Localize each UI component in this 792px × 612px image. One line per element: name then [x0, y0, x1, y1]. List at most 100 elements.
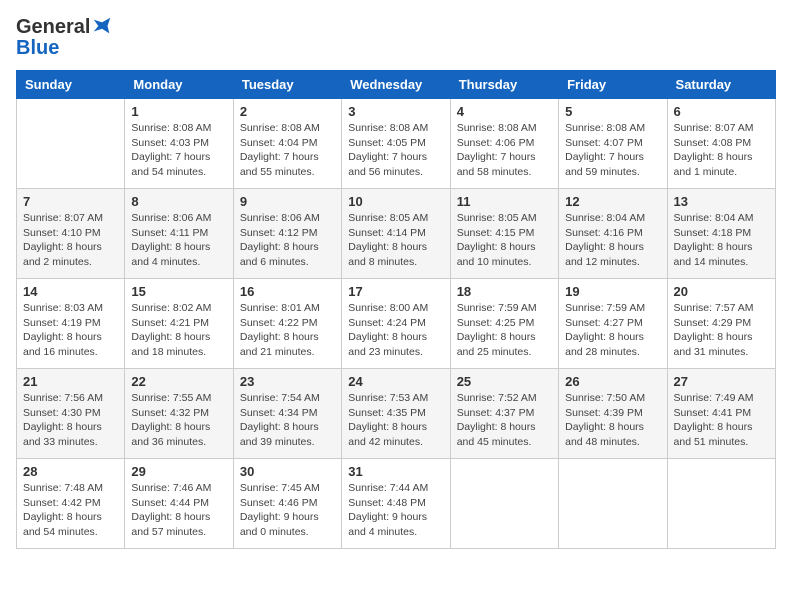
- day-number: 5: [565, 104, 660, 119]
- day-number: 13: [674, 194, 769, 209]
- weekday-header-saturday: Saturday: [667, 71, 775, 99]
- day-number: 27: [674, 374, 769, 389]
- calendar-week-1: 1Sunrise: 8:08 AMSunset: 4:03 PMDaylight…: [17, 99, 776, 189]
- weekday-header-sunday: Sunday: [17, 71, 125, 99]
- calendar-cell: 1Sunrise: 8:08 AMSunset: 4:03 PMDaylight…: [125, 99, 233, 189]
- calendar-table: SundayMondayTuesdayWednesdayThursdayFrid…: [16, 70, 776, 549]
- logo: General Blue: [16, 16, 113, 60]
- logo-bird-icon: [91, 15, 113, 37]
- day-number: 17: [348, 284, 443, 299]
- calendar-cell: 24 Sunrise: 7:53 AMSunset: 4:35 PMDayligh…: [342, 369, 450, 459]
- day-info: Sunrise: 7:50 AMSunset: 4:39 PMDaylight:…: [565, 391, 660, 450]
- calendar-cell: 31 Sunrise: 7:44 AMSunset: 4:48 PMDayligh…: [342, 459, 450, 549]
- day-number: 22: [131, 374, 226, 389]
- calendar-cell: 4Sunrise: 8:08 AMSunset: 4:06 PMDaylight…: [450, 99, 558, 189]
- calendar-cell: 3 Sunrise: 8:08 AMSunset: 4:05 PMDaylight…: [342, 99, 450, 189]
- day-info: Sunrise: 8:05 AMSunset: 4:14 PMDaylight:…: [348, 211, 443, 270]
- calendar-week-5: 28 Sunrise: 7:48 AMSunset: 4:42 PMDayligh…: [17, 459, 776, 549]
- day-info: Sunrise: 7:57 AMSunset: 4:29 PMDaylight:…: [674, 301, 769, 360]
- weekday-header-thursday: Thursday: [450, 71, 558, 99]
- day-number: 15: [131, 284, 226, 299]
- day-number: 3: [348, 104, 443, 119]
- day-info: Sunrise: 7:48 AMSunset: 4:42 PMDaylight:…: [23, 481, 118, 540]
- calendar-cell: 19 Sunrise: 7:59 AMSunset: 4:27 PMDayligh…: [559, 279, 667, 369]
- calendar-cell: 20 Sunrise: 7:57 AMSunset: 4:29 PMDayligh…: [667, 279, 775, 369]
- calendar-cell: 26 Sunrise: 7:50 AMSunset: 4:39 PMDayligh…: [559, 369, 667, 459]
- day-number: 7: [23, 194, 118, 209]
- day-number: 20: [674, 284, 769, 299]
- calendar-cell: 10 Sunrise: 8:05 AMSunset: 4:14 PMDayligh…: [342, 189, 450, 279]
- day-number: 14: [23, 284, 118, 299]
- day-info: Sunrise: 8:04 AMSunset: 4:16 PMDaylight:…: [565, 211, 660, 270]
- calendar-week-4: 21 Sunrise: 7:56 AMSunset: 4:30 PMDayligh…: [17, 369, 776, 459]
- day-info: Sunrise: 8:08 AMSunset: 4:05 PMDaylight:…: [348, 121, 443, 180]
- day-info: Sunrise: 7:54 AMSunset: 4:34 PMDaylight:…: [240, 391, 335, 450]
- calendar-cell: [667, 459, 775, 549]
- calendar-cell: 22 Sunrise: 7:55 AMSunset: 4:32 PMDayligh…: [125, 369, 233, 459]
- day-info: Sunrise: 8:03 AMSunset: 4:19 PMDaylight:…: [23, 301, 118, 360]
- calendar-cell: 29Sunrise: 7:46 AMSunset: 4:44 PMDayligh…: [125, 459, 233, 549]
- day-info: Sunrise: 7:53 AMSunset: 4:35 PMDaylight:…: [348, 391, 443, 450]
- day-info: Sunrise: 8:06 AMSunset: 4:12 PMDaylight:…: [240, 211, 335, 270]
- day-info: Sunrise: 8:04 AMSunset: 4:18 PMDaylight:…: [674, 211, 769, 270]
- logo-blue-text: Blue: [16, 37, 59, 59]
- day-info: Sunrise: 8:07 AMSunset: 4:10 PMDaylight:…: [23, 211, 118, 270]
- day-info: Sunrise: 7:59 AMSunset: 4:27 PMDaylight:…: [565, 301, 660, 360]
- page-header: General Blue: [16, 16, 776, 60]
- day-number: 16: [240, 284, 335, 299]
- weekday-header-monday: Monday: [125, 71, 233, 99]
- weekday-header-wednesday: Wednesday: [342, 71, 450, 99]
- day-number: 28: [23, 464, 118, 479]
- calendar-cell: 25Sunrise: 7:52 AMSunset: 4:37 PMDayligh…: [450, 369, 558, 459]
- day-number: 6: [674, 104, 769, 119]
- calendar-cell: 2 Sunrise: 8:08 AMSunset: 4:04 PMDaylight…: [233, 99, 341, 189]
- day-info: Sunrise: 7:45 AMSunset: 4:46 PMDaylight:…: [240, 481, 335, 540]
- calendar-cell: 14 Sunrise: 8:03 AMSunset: 4:19 PMDayligh…: [17, 279, 125, 369]
- calendar-week-2: 7 Sunrise: 8:07 AMSunset: 4:10 PMDaylight…: [17, 189, 776, 279]
- day-info: Sunrise: 7:46 AMSunset: 4:44 PMDaylight:…: [131, 481, 226, 540]
- day-info: Sunrise: 8:08 AMSunset: 4:06 PMDaylight:…: [457, 121, 552, 180]
- day-info: Sunrise: 7:56 AMSunset: 4:30 PMDaylight:…: [23, 391, 118, 450]
- day-number: 11: [457, 194, 552, 209]
- day-number: 31: [348, 464, 443, 479]
- day-info: Sunrise: 7:55 AMSunset: 4:32 PMDaylight:…: [131, 391, 226, 450]
- calendar-cell: [450, 459, 558, 549]
- calendar-cell: 23 Sunrise: 7:54 AMSunset: 4:34 PMDayligh…: [233, 369, 341, 459]
- calendar-cell: 17 Sunrise: 8:00 AMSunset: 4:24 PMDayligh…: [342, 279, 450, 369]
- day-number: 24: [348, 374, 443, 389]
- day-number: 2: [240, 104, 335, 119]
- weekday-header-friday: Friday: [559, 71, 667, 99]
- calendar-cell: [559, 459, 667, 549]
- day-info: Sunrise: 8:08 AMSunset: 4:07 PMDaylight:…: [565, 121, 660, 180]
- day-info: Sunrise: 8:07 AMSunset: 4:08 PMDaylight:…: [674, 121, 769, 180]
- day-info: Sunrise: 8:02 AMSunset: 4:21 PMDaylight:…: [131, 301, 226, 360]
- calendar-cell: 28 Sunrise: 7:48 AMSunset: 4:42 PMDayligh…: [17, 459, 125, 549]
- day-number: 8: [131, 194, 226, 209]
- day-number: 10: [348, 194, 443, 209]
- day-number: 21: [23, 374, 118, 389]
- calendar-cell: 15 Sunrise: 8:02 AMSunset: 4:21 PMDayligh…: [125, 279, 233, 369]
- day-info: Sunrise: 8:05 AMSunset: 4:15 PMDaylight:…: [457, 211, 552, 270]
- day-info: Sunrise: 7:44 AMSunset: 4:48 PMDaylight:…: [348, 481, 443, 540]
- calendar-cell: 16Sunrise: 8:01 AMSunset: 4:22 PMDayligh…: [233, 279, 341, 369]
- day-number: 12: [565, 194, 660, 209]
- day-number: 19: [565, 284, 660, 299]
- calendar-cell: 8Sunrise: 8:06 AMSunset: 4:11 PMDaylight…: [125, 189, 233, 279]
- day-number: 26: [565, 374, 660, 389]
- day-info: Sunrise: 7:59 AMSunset: 4:25 PMDaylight:…: [457, 301, 552, 360]
- calendar-cell: 30 Sunrise: 7:45 AMSunset: 4:46 PMDayligh…: [233, 459, 341, 549]
- calendar-cell: 18Sunrise: 7:59 AMSunset: 4:25 PMDayligh…: [450, 279, 558, 369]
- weekday-header-row: SundayMondayTuesdayWednesdayThursdayFrid…: [17, 71, 776, 99]
- day-number: 23: [240, 374, 335, 389]
- day-info: Sunrise: 7:49 AMSunset: 4:41 PMDaylight:…: [674, 391, 769, 450]
- calendar-cell: 27 Sunrise: 7:49 AMSunset: 4:41 PMDayligh…: [667, 369, 775, 459]
- calendar-cell: 9Sunrise: 8:06 AMSunset: 4:12 PMDaylight…: [233, 189, 341, 279]
- calendar-cell: 6 Sunrise: 8:07 AMSunset: 4:08 PMDaylight…: [667, 99, 775, 189]
- calendar-cell: [17, 99, 125, 189]
- calendar-cell: 5 Sunrise: 8:08 AMSunset: 4:07 PMDaylight…: [559, 99, 667, 189]
- day-number: 1: [131, 104, 226, 119]
- day-number: 30: [240, 464, 335, 479]
- day-info: Sunrise: 8:08 AMSunset: 4:04 PMDaylight:…: [240, 121, 335, 180]
- day-info: Sunrise: 8:00 AMSunset: 4:24 PMDaylight:…: [348, 301, 443, 360]
- calendar-cell: 11 Sunrise: 8:05 AMSunset: 4:15 PMDayligh…: [450, 189, 558, 279]
